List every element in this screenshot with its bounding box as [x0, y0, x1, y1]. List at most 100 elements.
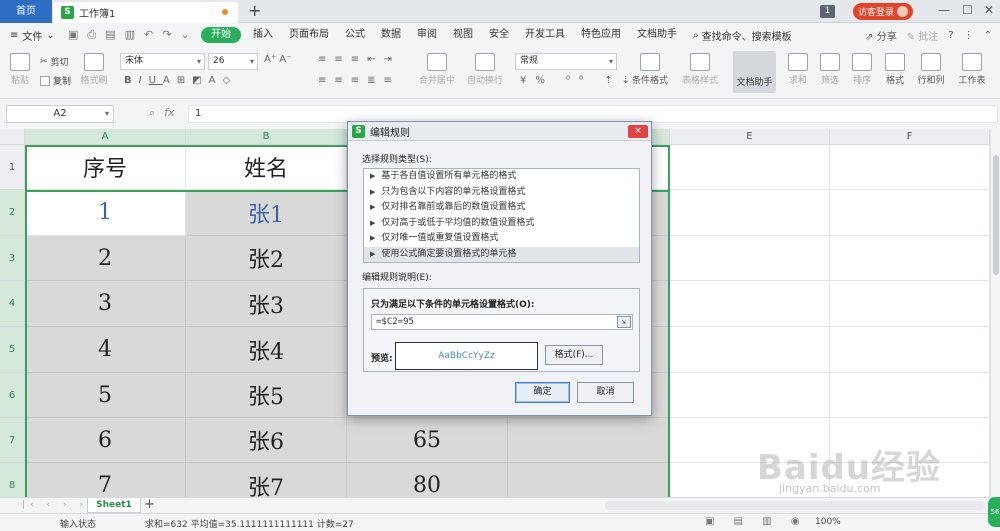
- copy-button[interactable]: 复制: [40, 74, 71, 87]
- rule-type-list[interactable]: ▶ 基于各自值设置所有单元格的格式 ▶ 只为包含以下内容的单元格设置格式 ▶ 仅对排名…: [363, 168, 640, 263]
- cell-b6[interactable]: 张5: [186, 373, 347, 418]
- sheet-tab-sheet1[interactable]: Sheet1: [87, 498, 141, 513]
- range-select-icon[interactable]: ⇲: [617, 316, 631, 328]
- column-header-e[interactable]: E: [670, 129, 830, 145]
- cell-a3[interactable]: 2: [25, 236, 186, 281]
- rule-type-item-selected[interactable]: ▶ 使用公式确定要设置格式的单元格: [364, 246, 639, 262]
- format-button[interactable]: 格式: [882, 53, 908, 86]
- home-tab[interactable]: 首页: [0, 0, 52, 23]
- close-icon[interactable]: ✕: [984, 3, 994, 17]
- conditional-format-button[interactable]: 条件格式: [628, 53, 672, 86]
- table-style-button[interactable]: 表格样式: [678, 53, 722, 86]
- cell-f5[interactable]: [830, 327, 990, 373]
- menu-item-review[interactable]: 审阅: [409, 23, 445, 47]
- share-button[interactable]: ⇗ 分享: [865, 28, 897, 43]
- menu-item-developer[interactable]: 开发工具: [517, 23, 573, 47]
- sort-button[interactable]: 排序: [850, 53, 874, 86]
- cell-a2[interactable]: 1: [25, 190, 186, 236]
- view-mode-icons[interactable]: ▣ ▤ ▥ ◉: [705, 516, 808, 527]
- cell-a6[interactable]: 5: [25, 373, 186, 418]
- cell-c7[interactable]: 65: [347, 418, 508, 463]
- cell-d7[interactable]: [508, 418, 670, 463]
- formula-condition-input[interactable]: =$C2=95 ⇲: [371, 314, 633, 330]
- collapse-ribbon-icon[interactable]: ⌃: [984, 30, 992, 41]
- cell-b5[interactable]: 张4: [186, 327, 347, 373]
- menu-item-formula[interactable]: 公式: [337, 23, 373, 47]
- clear-format-icon[interactable]: ◇: [222, 75, 237, 86]
- border-icon[interactable]: ⊞: [177, 75, 192, 86]
- row-header-4[interactable]: 4: [0, 281, 25, 327]
- add-sheet-button[interactable]: +: [144, 497, 155, 512]
- cell-f1[interactable]: [830, 145, 990, 190]
- paste-button[interactable]: 粘贴: [6, 53, 34, 86]
- menu-item-page-layout[interactable]: 页面布局: [281, 23, 337, 47]
- redo-icon[interactable]: ↷: [162, 28, 171, 42]
- strikethrough-icon[interactable]: A: [163, 75, 177, 86]
- fx-icon[interactable]: fx: [164, 106, 174, 120]
- row-header-2[interactable]: 2: [0, 190, 25, 236]
- maximize-icon[interactable]: ☐: [962, 3, 973, 17]
- select-all-corner[interactable]: [0, 129, 25, 145]
- cell-c8[interactable]: 80: [347, 463, 508, 497]
- menu-item-view[interactable]: 视图: [445, 23, 481, 47]
- menu-item-doc-helper[interactable]: 文档助手: [629, 23, 685, 47]
- window-count-badge[interactable]: 1: [820, 5, 835, 18]
- command-search[interactable]: ⌕ 查找命令、搜索模板: [693, 28, 792, 43]
- zoom-icon[interactable]: ⌕: [148, 106, 154, 120]
- rule-type-item[interactable]: ▶ 基于各自值设置所有单元格的格式: [364, 169, 639, 185]
- cell-e3[interactable]: [670, 236, 830, 281]
- cell-b4[interactable]: 张3: [186, 281, 347, 327]
- font-size-select[interactable]: 26 ▾: [208, 53, 258, 70]
- row-header-1[interactable]: 1: [0, 145, 25, 190]
- number-format-select[interactable]: 常规 ▾: [515, 53, 617, 70]
- rule-type-item[interactable]: ▶ 仅对高于或低于平均值的数值设置格式: [364, 216, 639, 232]
- menu-item-special[interactable]: 特色应用: [573, 23, 629, 47]
- cell-f2[interactable]: [830, 190, 990, 236]
- column-header-b[interactable]: B: [186, 129, 347, 145]
- sum-button[interactable]: 求和: [786, 53, 810, 86]
- column-header-a[interactable]: A: [25, 129, 186, 145]
- font-name-select[interactable]: 宋体 ▾: [120, 53, 205, 70]
- horizontal-scrollbar[interactable]: [605, 501, 985, 510]
- dialog-close-button[interactable]: ×: [628, 125, 648, 138]
- cancel-button[interactable]: 取消: [577, 382, 634, 403]
- more-icon[interactable]: ⌄: [180, 28, 189, 42]
- row-header-8[interactable]: 8: [0, 463, 25, 497]
- cell-f6[interactable]: [830, 373, 990, 418]
- row-header-6[interactable]: 6: [0, 373, 25, 418]
- cell-a7[interactable]: 6: [25, 418, 186, 463]
- name-box[interactable]: A2 ▾: [6, 105, 114, 123]
- cell-b7[interactable]: 张6: [186, 418, 347, 463]
- print-icon[interactable]: ⎙: [87, 28, 96, 42]
- italic-icon[interactable]: I: [139, 75, 149, 86]
- row-col-button[interactable]: 行和列: [914, 53, 948, 86]
- more-options-icon[interactable]: ⋮: [964, 30, 974, 41]
- cell-b8[interactable]: 张7: [186, 463, 347, 497]
- font-color-icon[interactable]: A: [209, 75, 223, 86]
- sheet-nav-arrows[interactable]: |‹ ‹ › ›|: [22, 500, 96, 510]
- side-badge-icon[interactable]: 56: [988, 497, 1000, 527]
- format-painter-button[interactable]: 格式刷: [80, 53, 108, 86]
- preview-icon[interactable]: ▤: [105, 28, 115, 42]
- number-format-group[interactable]: ¥% ⁰⁰ ⇡⇣: [520, 75, 639, 86]
- help-button[interactable]: ?: [948, 30, 953, 41]
- menu-item-data[interactable]: 数据: [373, 23, 409, 47]
- document-tab[interactable]: S 工作簿1: [53, 2, 238, 23]
- filter-button[interactable]: 筛选: [818, 53, 842, 86]
- cell-a8[interactable]: 7: [25, 463, 186, 497]
- cell-e2[interactable]: [670, 190, 830, 236]
- export-icon[interactable]: ▥: [125, 28, 135, 42]
- underline-icon[interactable]: U: [149, 75, 163, 86]
- format-button[interactable]: 格式(F)...: [545, 345, 603, 365]
- file-menu[interactable]: ≡ 文件 ⌄: [0, 28, 62, 43]
- cell-a5[interactable]: 4: [25, 327, 186, 373]
- cell-b3[interactable]: 张2: [186, 236, 347, 281]
- cut-button[interactable]: ✂ 剪切: [40, 55, 69, 69]
- rule-type-item[interactable]: ▶ 只为包含以下内容的单元格设置格式: [364, 185, 639, 201]
- new-tab-button[interactable]: +: [248, 2, 261, 20]
- zoom-level[interactable]: 100%: [815, 517, 841, 527]
- column-header-f[interactable]: F: [830, 129, 990, 145]
- cell-f4[interactable]: [830, 281, 990, 327]
- cell-b2[interactable]: 张1: [186, 190, 347, 236]
- menu-item-security[interactable]: 安全: [481, 23, 517, 47]
